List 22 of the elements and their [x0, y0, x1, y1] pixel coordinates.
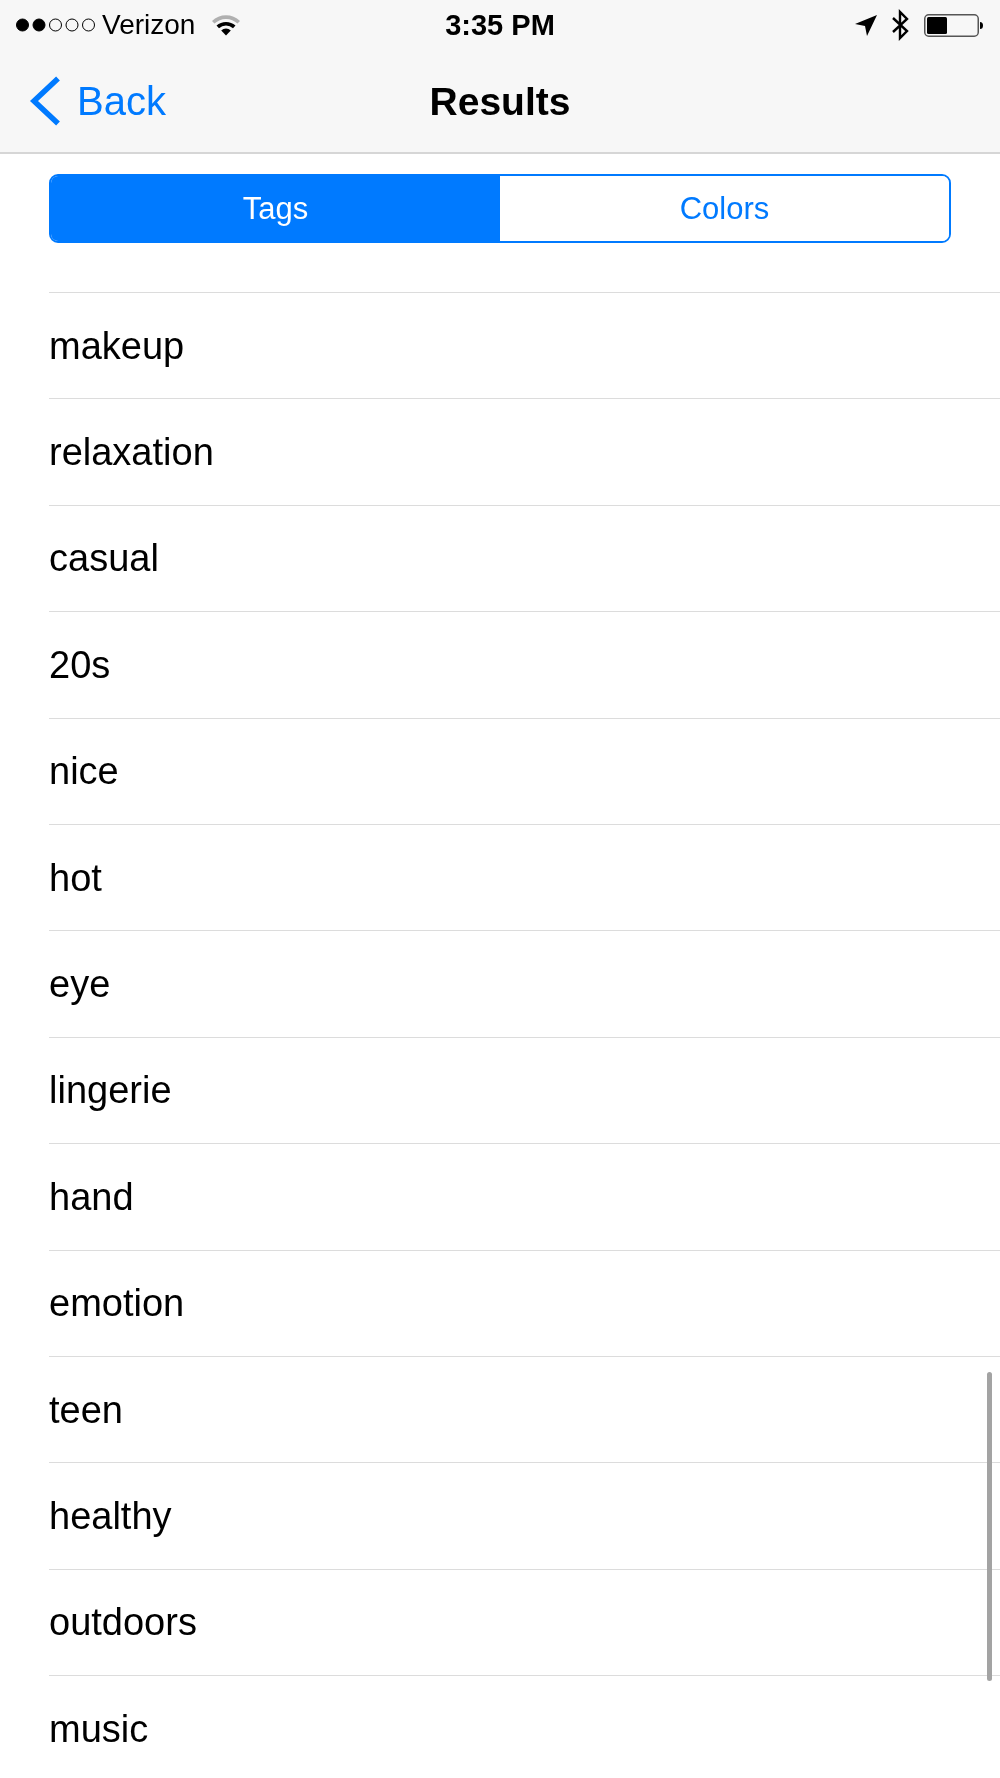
bluetooth-icon [891, 9, 910, 41]
wifi-icon [211, 14, 242, 36]
status-time: 3:35 PM [445, 10, 555, 40]
back-button[interactable]: Back [29, 76, 166, 126]
tag-row[interactable]: hot [49, 823, 1000, 931]
signal-strength-icon [16, 18, 96, 32]
segment-tab[interactable]: Tags [51, 176, 500, 241]
battery-icon [924, 13, 984, 37]
tag-row[interactable]: makeup [49, 292, 1000, 399]
tag-row[interactable]: music [49, 1675, 1000, 1778]
tag-row[interactable]: 20s [49, 611, 1000, 718]
tag-row[interactable]: eye [49, 930, 1000, 1037]
chevron-left-icon [29, 76, 61, 126]
tag-row[interactable]: relaxation [49, 398, 1000, 505]
tag-row[interactable]: lingerie [49, 1036, 1000, 1144]
tag-row[interactable]: emotion [49, 1249, 1000, 1356]
tag-row[interactable]: casual [49, 504, 1000, 612]
location-arrow-icon [855, 14, 877, 36]
carrier-name: Verizon [102, 11, 196, 39]
screen-title: Results [429, 81, 571, 121]
tag-row[interactable]: hand [49, 1143, 1000, 1250]
tag-row[interactable]: nice [49, 717, 1000, 824]
